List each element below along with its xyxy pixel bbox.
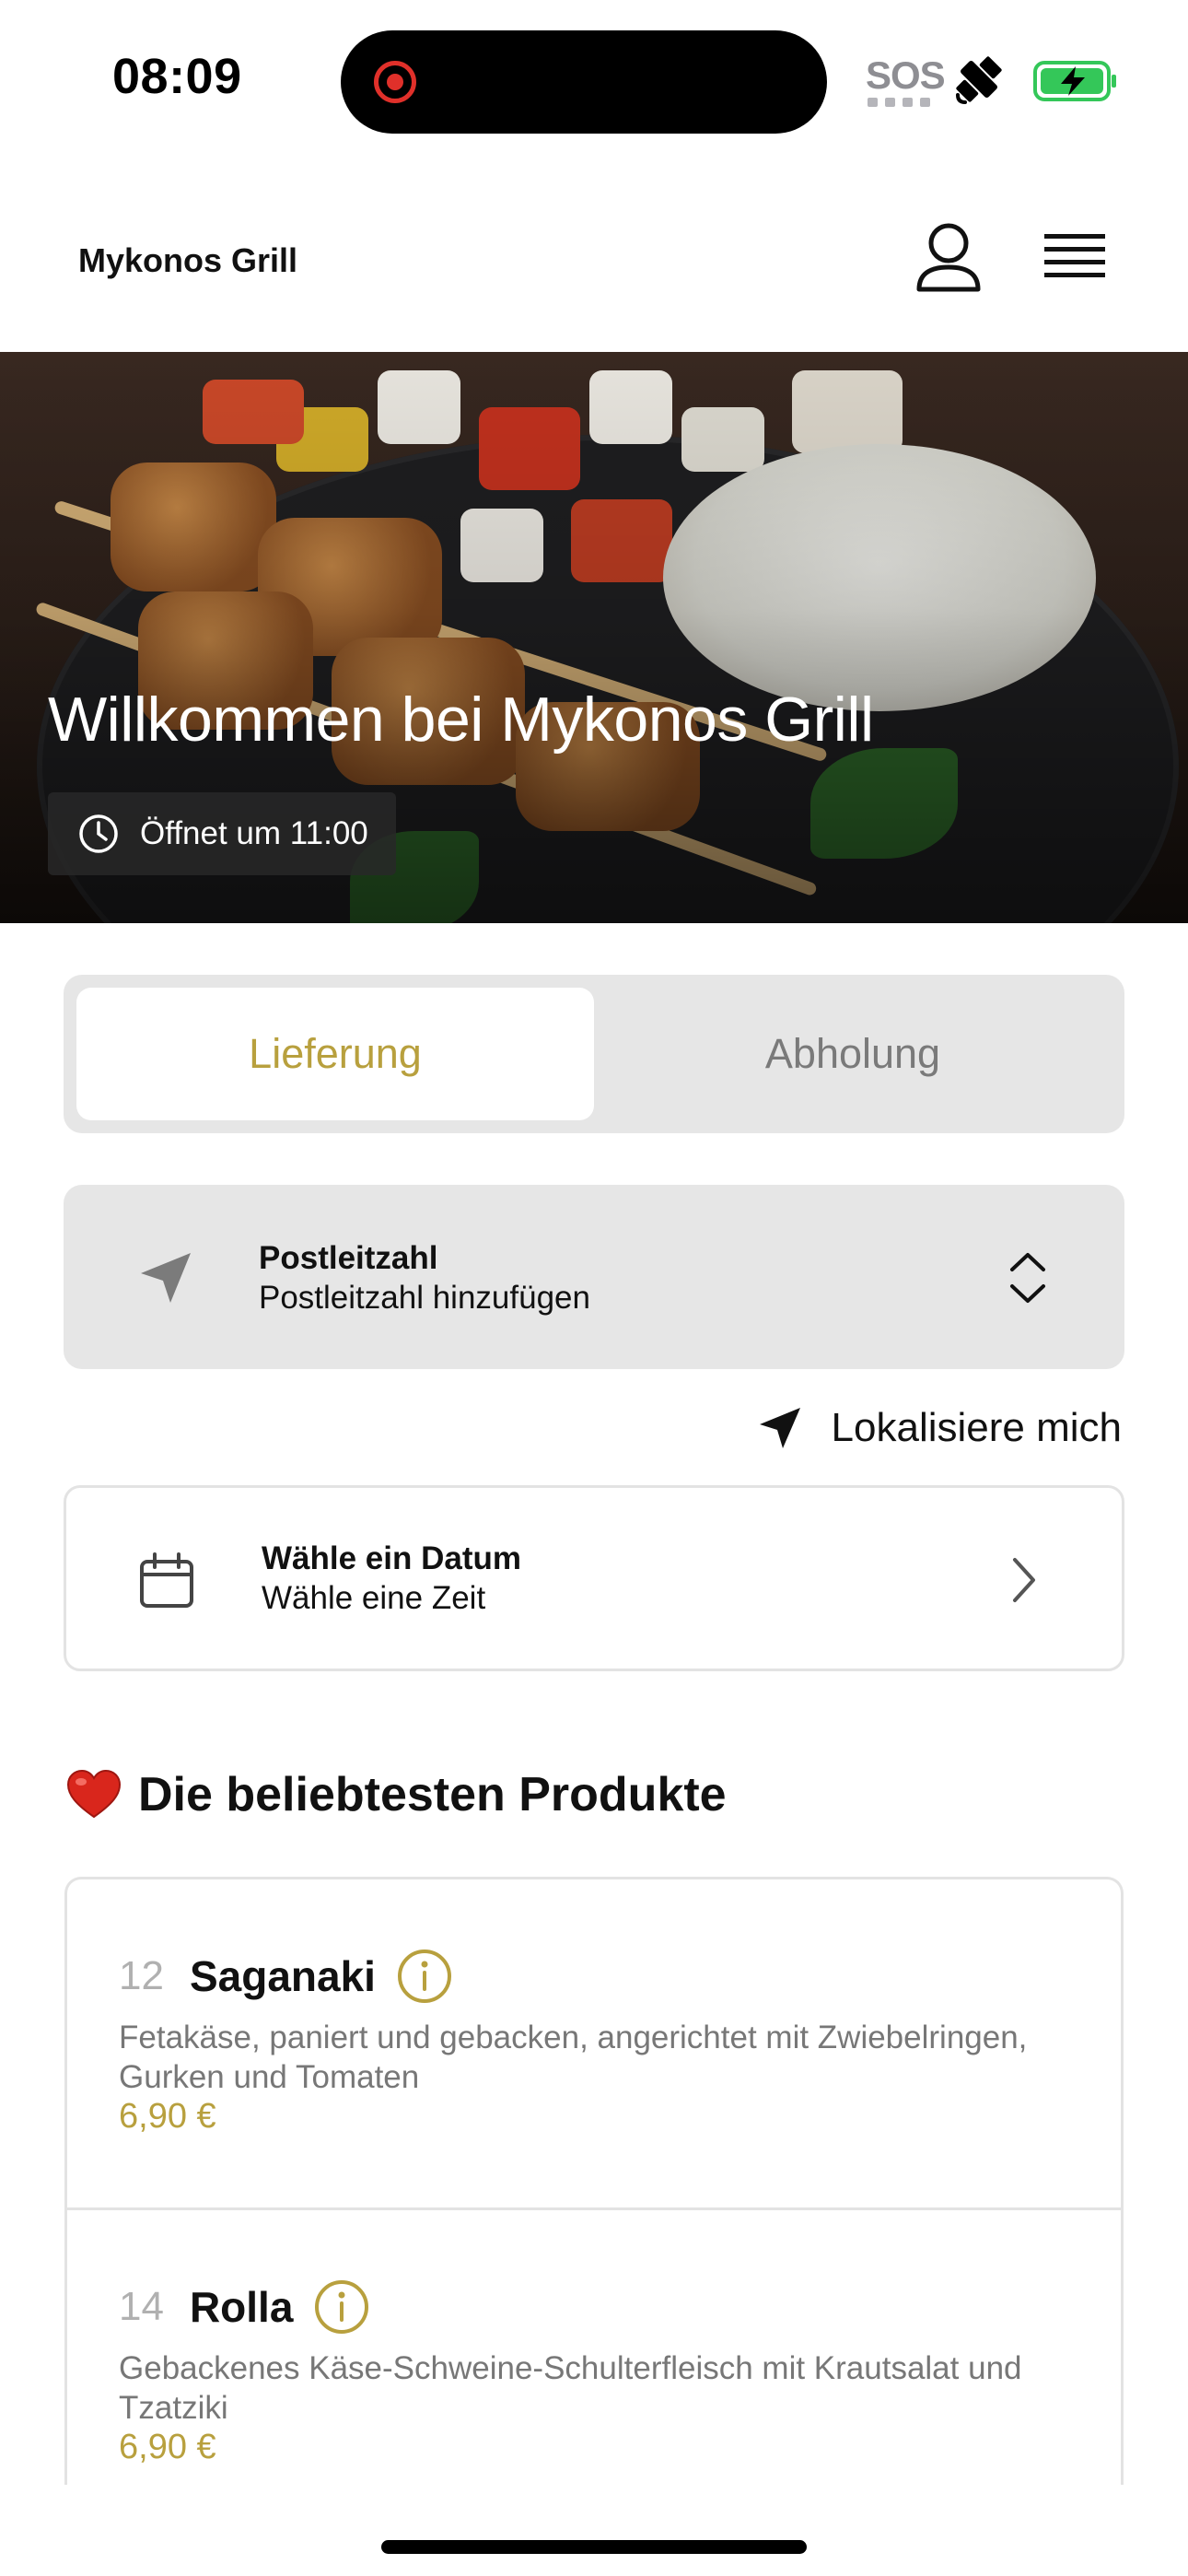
heart-icon xyxy=(66,1769,122,1819)
app-header: Mykonos Grill xyxy=(0,157,1188,352)
postcode-label: Postleitzahl xyxy=(259,1240,438,1276)
product-name: Saganaki xyxy=(189,1952,376,2000)
opening-hours-badge: Öffnet um 11:00 xyxy=(48,792,396,875)
date-time-picker[interactable]: Wähle ein Datum Wähle eine Zeit xyxy=(64,1485,1124,1671)
pickup-option[interactable]: Abholung xyxy=(594,988,1112,1120)
product-item[interactable]: 14 Rolla Gebackenes Käse-Schweine-Schult… xyxy=(67,2207,1121,2485)
location-arrow-icon xyxy=(759,1408,800,1448)
locate-me-link[interactable]: Lokalisiere mich xyxy=(756,1400,1122,1456)
product-price: 6,90 € xyxy=(119,2097,216,2136)
order-mode-toggle: Lieferung Abholung xyxy=(64,975,1124,1133)
time-label: Wähle eine Zeit xyxy=(262,1580,486,1616)
status-bar: 08:09 SOS xyxy=(0,0,1188,157)
product-name: Rolla xyxy=(189,2283,294,2331)
user-icon[interactable] xyxy=(914,221,984,295)
hero-banner: Willkommen bei Mykonos Grill Öffnet um 1… xyxy=(0,352,1188,923)
opening-hours-text: Öffnet um 11:00 xyxy=(140,815,368,851)
info-icon[interactable] xyxy=(313,2278,370,2336)
popular-products-title: Die beliebtesten Produkte xyxy=(138,1768,727,1821)
delivery-option[interactable]: Lieferung xyxy=(76,988,594,1120)
record-indicator-icon xyxy=(374,61,416,103)
product-description: Fetakäse, paniert und gebacken, angerich… xyxy=(119,2020,1028,2095)
popular-products-heading: Die beliebtesten Produkte xyxy=(66,1767,727,1822)
location-arrow-icon xyxy=(141,1253,191,1303)
sos-indicator: SOS xyxy=(866,53,946,97)
status-time: 08:09 xyxy=(112,49,242,104)
postcode-selector[interactable]: Postleitzahl Postleitzahl hinzufügen xyxy=(64,1185,1124,1369)
chevron-up-down-icon xyxy=(1010,1253,1045,1303)
chevron-right-icon xyxy=(1013,1558,1035,1602)
hero-title: Willkommen bei Mykonos Grill xyxy=(48,685,874,755)
dynamic-island xyxy=(341,30,827,134)
signal-dots xyxy=(868,98,930,107)
info-icon[interactable] xyxy=(396,1948,453,2005)
satellite-icon xyxy=(956,56,1002,104)
calendar-icon xyxy=(140,1552,193,1608)
product-number: 12 xyxy=(119,1953,164,1998)
postcode-value: Postleitzahl hinzufügen xyxy=(259,1280,590,1316)
product-description: Gebackenes Käse-Schweine-Schulterfleisch… xyxy=(119,2350,1022,2426)
brand-name[interactable]: Mykonos Grill xyxy=(78,241,297,280)
battery-charging-icon xyxy=(1033,61,1116,101)
locate-me-label: Lokalisiere mich xyxy=(831,1405,1122,1450)
products-list: 12 Saganaki Fetakäse, paniert und geback… xyxy=(64,1877,1124,2485)
product-number: 14 xyxy=(119,2284,164,2329)
date-label: Wähle ein Datum xyxy=(262,1540,521,1576)
clock-icon xyxy=(79,814,118,853)
product-item[interactable]: 12 Saganaki Fetakäse, paniert und geback… xyxy=(67,1879,1121,2207)
product-price: 6,90 € xyxy=(119,2428,216,2466)
hamburger-menu-icon[interactable] xyxy=(1041,228,1109,287)
home-indicator[interactable] xyxy=(381,2540,807,2554)
